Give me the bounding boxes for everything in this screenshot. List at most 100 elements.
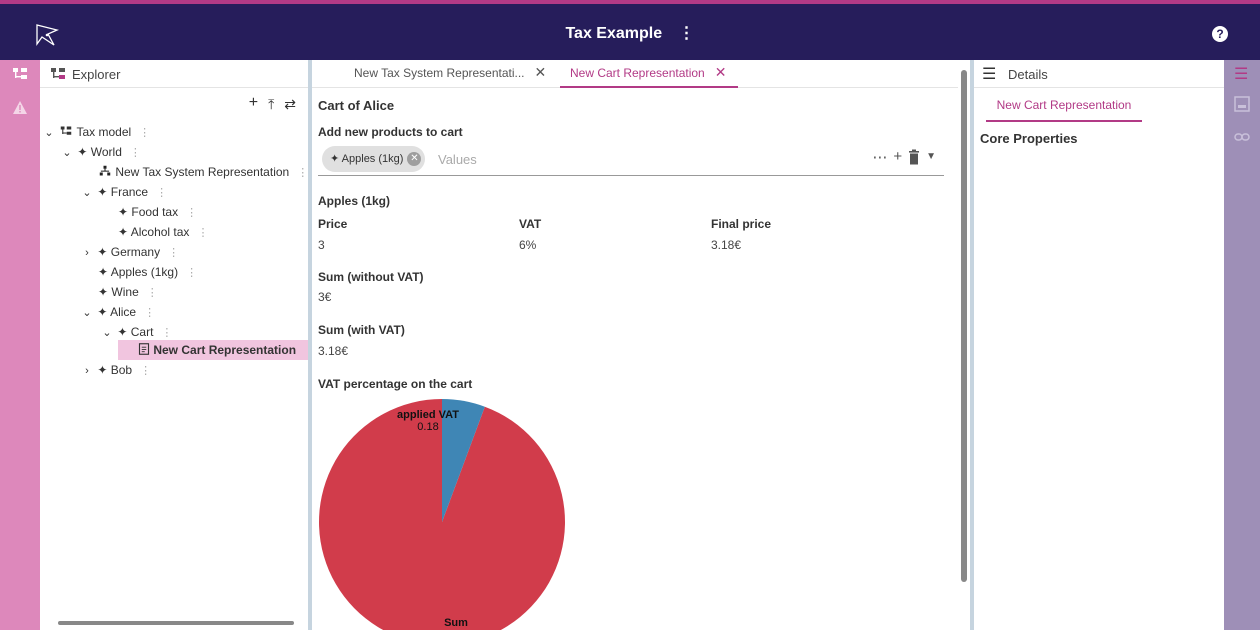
- tree-item-alice[interactable]: ⌄ ✦ Alice ⋮: [80, 302, 155, 322]
- tree-item-world[interactable]: ⌄ ✦ World ⋮: [60, 142, 141, 163]
- more-icon[interactable]: ⋮: [139, 127, 150, 139]
- tree-item-apples[interactable]: ✦ Apples (1kg) ⋮: [98, 262, 197, 282]
- app-header: Tax Example ⋮ ?: [0, 0, 1260, 60]
- core-properties-heading: Core Properties: [980, 131, 1078, 146]
- tree-item-germany[interactable]: › ✦ Germany ⋮: [80, 242, 179, 262]
- field-actions: ⋯ + ▼: [872, 148, 936, 166]
- chevron-down-icon[interactable]: ⌄: [80, 183, 94, 203]
- more-icon[interactable]: ⋮: [168, 247, 179, 259]
- chevron-right-icon[interactable]: ›: [80, 361, 94, 381]
- remove-chip-icon[interactable]: ✕: [407, 152, 422, 166]
- element-icon: ✦: [97, 185, 108, 199]
- explorer-header: Explorer: [40, 60, 308, 88]
- tree-item-cart[interactable]: ⌄ ✦ Cart ⋮: [100, 322, 172, 342]
- pie-value-applied-vat: 0.18: [417, 421, 438, 433]
- element-icon: ✦: [330, 153, 340, 165]
- chevron-down-icon[interactable]: ⌄: [60, 143, 74, 163]
- more-icon[interactable]: ⋮: [147, 287, 158, 299]
- tree-item-cart-representation[interactable]: New Cart Representation⋮: [118, 340, 322, 360]
- left-sidebar-rail: [0, 60, 40, 630]
- products-multiselect[interactable]: ✦ Apples (1kg) ✕ Values ⋯ + ▼: [318, 144, 944, 176]
- delete-icon[interactable]: [908, 149, 920, 165]
- chevron-down-icon[interactable]: ⌄: [80, 303, 94, 323]
- add-icon[interactable]: +: [249, 94, 258, 114]
- tree-item-tax-model[interactable]: ⌄ Tax model ⋮: [42, 122, 150, 142]
- chart-title: VAT percentage on the cart: [318, 377, 473, 391]
- element-icon: ✦: [97, 245, 108, 259]
- element-icon: ✦: [97, 363, 108, 377]
- tree-item-label: World: [90, 145, 122, 159]
- help-icon[interactable]: ?: [1212, 26, 1228, 42]
- explorer-title: Explorer: [72, 67, 121, 82]
- more-icon[interactable]: ⋮: [186, 207, 197, 219]
- details-panel: ☰ Details New Cart Representation Core P…: [974, 60, 1224, 630]
- editor-vertical-scrollbar[interactable]: [958, 60, 970, 630]
- details-view-icon[interactable]: ☰: [1234, 64, 1248, 84]
- more-icon[interactable]: ⋮: [297, 167, 308, 179]
- explorer-toolbar: + ⤒ ⇄: [249, 94, 296, 114]
- tree-item-france[interactable]: ⌄ ✦ France ⋮: [80, 182, 167, 202]
- close-icon[interactable]: ✕: [715, 64, 727, 80]
- tree-item-label: France: [110, 185, 149, 199]
- project-name: Tax Example: [565, 25, 663, 42]
- upload-icon[interactable]: ⤒: [268, 94, 274, 114]
- more-icon[interactable]: ⋮: [186, 267, 197, 279]
- more-icon[interactable]: ⋮: [156, 187, 167, 199]
- more-icon[interactable]: ⋮: [140, 365, 151, 377]
- more-icon[interactable]: ⋮: [161, 327, 172, 339]
- tree-item-label: Apples (1kg): [110, 265, 179, 279]
- sync-icon[interactable]: ⇄: [284, 94, 296, 114]
- chevron-down-icon[interactable]: ⌄: [42, 123, 56, 143]
- tree-item-label: Bob: [110, 363, 133, 377]
- add-icon[interactable]: +: [893, 148, 902, 166]
- form-icon: [138, 343, 150, 355]
- hierarchy-icon: [99, 165, 111, 176]
- details-title: Details: [1008, 67, 1048, 82]
- project-menu-icon[interactable]: ⋮: [679, 23, 695, 43]
- element-icon: ✦: [98, 285, 109, 299]
- tab-label: New Tax System Representati...: [354, 66, 525, 80]
- more-options-icon[interactable]: ⋯: [872, 148, 887, 166]
- scrollbar-thumb[interactable]: [58, 621, 294, 625]
- explorer-view-icon[interactable]: [12, 66, 28, 82]
- tree-item-food-tax[interactable]: ✦ Food tax ⋮: [118, 202, 197, 222]
- element-icon: ✦: [117, 325, 128, 339]
- chevron-down-icon[interactable]: ⌄: [100, 323, 114, 343]
- app-title: Tax Example ⋮: [0, 23, 1260, 43]
- validation-warning-icon[interactable]: [12, 100, 28, 116]
- tree-item-tax-system-representation[interactable]: New Tax System Representation ⋮: [98, 162, 308, 182]
- sum-without-vat-label: Sum (without VAT): [318, 270, 424, 284]
- tree-item-bob[interactable]: › ✦ Bob ⋮: [80, 360, 151, 380]
- details-tab-cart-representation[interactable]: New Cart Representation: [986, 96, 1142, 122]
- tree-item-label: Tax model: [76, 125, 132, 139]
- tree-item-alcohol-tax[interactable]: ✦ Alcohol tax ⋮: [118, 222, 208, 242]
- right-sidebar-rail: ☰: [1224, 60, 1260, 630]
- product-chip[interactable]: ✦ Apples (1kg) ✕: [322, 146, 426, 172]
- scrollbar-thumb[interactable]: [961, 70, 967, 582]
- more-icon[interactable]: ⋮: [197, 227, 208, 239]
- dropdown-arrow-icon[interactable]: ▼: [926, 148, 936, 166]
- menu-icon[interactable]: ☰: [982, 64, 996, 84]
- link-icon[interactable]: [1234, 131, 1250, 143]
- more-icon[interactable]: ⋮: [130, 147, 141, 159]
- tab-label: New Cart Representation: [570, 66, 705, 80]
- details-header: ☰ Details: [974, 60, 1224, 88]
- element-icon: ✦: [118, 205, 129, 219]
- more-icon[interactable]: ⋮: [144, 307, 155, 319]
- explorer-horizontal-scrollbar[interactable]: [46, 620, 302, 626]
- chevron-right-icon[interactable]: ›: [80, 243, 94, 263]
- vat-value: 6%: [519, 238, 537, 252]
- tab-tax-system-representation[interactable]: New Tax System Representati... ✕: [354, 60, 546, 88]
- representations-view-icon[interactable]: [1234, 96, 1250, 112]
- values-placeholder[interactable]: Values: [438, 152, 477, 167]
- final-price-value: 3.18€: [711, 238, 742, 252]
- tree-item-label: New Cart Representation: [153, 343, 297, 357]
- tree-item-wine[interactable]: ✦ Wine ⋮: [98, 282, 158, 302]
- vat-pie-chart: Sum3applied VAT0.18: [319, 399, 565, 630]
- tree-item-label: Alice: [110, 305, 137, 319]
- close-icon[interactable]: ✕: [535, 64, 547, 80]
- price-value: 3: [318, 238, 325, 252]
- add-products-label: Add new products to cart: [318, 125, 463, 139]
- tab-cart-representation[interactable]: New Cart Representation ✕: [560, 60, 738, 88]
- tree-item-label: New Tax System Representation: [115, 165, 290, 179]
